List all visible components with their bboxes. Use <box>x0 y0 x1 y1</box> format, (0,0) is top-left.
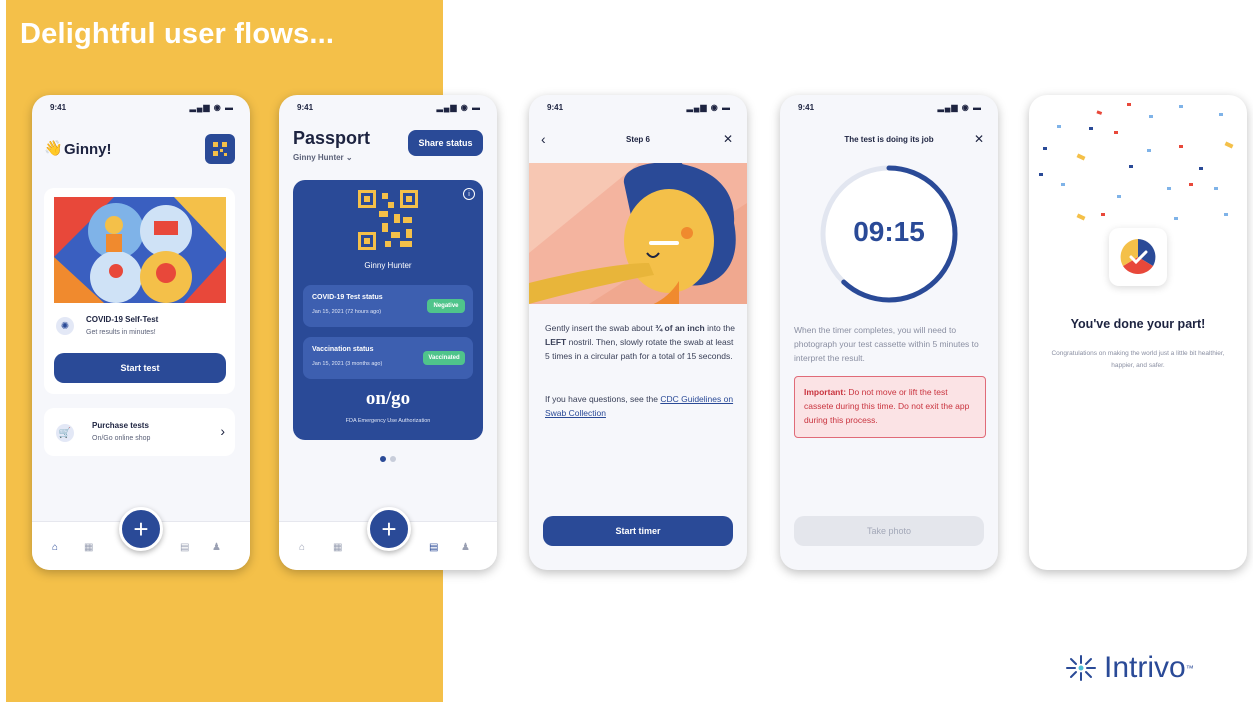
questions-text: If you have questions, see the CDC Guide… <box>545 392 735 420</box>
status-time: 9:41 <box>547 103 564 112</box>
important-text-wrap: Important: Do not move or lift the test … <box>804 385 978 427</box>
status-bar: 9:41 ▂▄▆ ◉ ▬ <box>798 103 982 115</box>
status-time: 9:41 <box>50 103 67 112</box>
qr-code <box>358 190 418 250</box>
cart-icon: 🛒 <box>56 424 74 442</box>
swab-illustration <box>529 163 747 304</box>
qr-name: Ginny Hunter <box>364 261 412 270</box>
status-icons: ▂▄▆ ◉ ▬ <box>937 103 982 112</box>
fda-text: FDA Emergency Use Authorization <box>345 418 431 424</box>
intrivo-mark-icon <box>1066 655 1096 681</box>
purchase-card[interactable]: 🛒 Purchase tests On/Go online shop › <box>44 408 235 456</box>
intrivo-wordmark: Intrivo <box>1104 651 1186 684</box>
timer-description: When the timer completes, you will need … <box>794 325 979 363</box>
covid-status-row[interactable]: COVID-19 Test status Jan 15, 2021 (72 ho… <box>303 285 473 327</box>
instr-bold-1: ¾ of an inch <box>655 323 705 333</box>
passport-card: i Ginny Hunter COVID-19 Test status Jan … <box>293 180 483 440</box>
negative-badge: Negative <box>427 299 465 313</box>
profile-icon[interactable]: ♟ <box>461 542 470 553</box>
instr-bold-2: LEFT <box>545 337 567 347</box>
phone-passport: 9:41 ▂▄▆ ◉ ▬ Passport Ginny Hunter ⌄ Sha… <box>279 95 497 570</box>
close-icon[interactable]: ✕ <box>974 132 984 146</box>
done-title: You've done your part! <box>1070 317 1206 331</box>
status-time: 9:41 <box>297 103 314 112</box>
instr-2: into the <box>707 323 735 333</box>
status-bar: 9:41 ▂▄▆ ◉ ▬ <box>547 103 731 115</box>
intrivo-logo: Intrivo ™ <box>1064 650 1194 686</box>
phone-done: You've done your part! Congratulations o… <box>1029 95 1247 570</box>
timer-value: 09:15 <box>853 216 925 247</box>
self-test-title: COVID-19 Self-Test <box>86 315 159 324</box>
info-icon[interactable]: i <box>463 188 475 200</box>
vaccination-status-row[interactable]: Vaccination status Jan 15, 2021 (3 month… <box>303 337 473 379</box>
add-button[interactable]: + <box>119 507 163 551</box>
status-icons: ▂▄▆ ◉ ▬ <box>686 103 731 112</box>
important-notice: Important: Do not move or lift the test … <box>794 376 986 438</box>
qr-button[interactable] <box>205 134 235 164</box>
chevron-down-icon: ⌄ <box>345 153 353 162</box>
start-test-button[interactable]: Start test <box>54 353 226 383</box>
trademark: ™ <box>1185 663 1194 673</box>
wave-icon: 👋 <box>44 140 63 157</box>
user-selector[interactable]: Ginny Hunter ⌄ <box>293 153 353 162</box>
page-title: Passport <box>293 128 371 148</box>
phone-step: 9:41 ▂▄▆ ◉ ▬ ‹ Step 6 ✕ Gently insert th… <box>529 95 747 570</box>
important-label: Important: <box>804 387 847 397</box>
add-button[interactable]: + <box>367 507 411 551</box>
questions-prefix: If you have questions, see the <box>545 394 658 404</box>
instr-3: nostril. Then, slowly rotate the swab at… <box>545 337 734 361</box>
purchase-title: Purchase tests <box>92 421 149 430</box>
self-test-card: ✺ COVID-19 Self-Test Get results in minu… <box>44 188 235 394</box>
timer-title: The test is doing its job <box>844 135 934 144</box>
instr-1: Gently insert the swab about <box>545 323 653 333</box>
vaccination-status-title: Vaccination status <box>312 346 374 353</box>
status-icons: ▂▄▆ ◉ ▬ <box>189 103 234 112</box>
phone-timer: 9:41 ▂▄▆ ◉ ▬ The test is doing its job ✕… <box>780 95 998 570</box>
vaccinated-badge: Vaccinated <box>423 351 465 365</box>
greeting: Ginny! <box>64 141 112 158</box>
ongo-logo: on/go <box>365 388 411 409</box>
purchase-subtitle: On/Go online shop <box>92 435 151 442</box>
virus-icon: ✺ <box>56 317 74 335</box>
qr-icon <box>213 142 227 156</box>
home-icon[interactable]: ⌂ <box>52 542 58 553</box>
checkmark-pie-icon <box>1120 239 1156 275</box>
page-dot-active[interactable] <box>380 456 386 462</box>
start-timer-button[interactable]: Start timer <box>543 516 733 546</box>
close-icon[interactable]: ✕ <box>723 132 733 146</box>
home-icon[interactable]: ⌂ <box>299 542 305 553</box>
passport-tab-icon[interactable]: ▤ <box>180 542 189 553</box>
covid-status-date: Jan 15, 2021 (72 hours ago) <box>312 309 382 315</box>
status-icons: ▂▄▆ ◉ ▬ <box>436 103 481 112</box>
covid-status-title: COVID-19 Test status <box>312 294 383 301</box>
done-badge <box>1109 228 1167 286</box>
qr-tab-icon[interactable]: ▦ <box>84 542 93 553</box>
status-bar: 9:41 ▂▄▆ ◉ ▬ <box>297 103 481 115</box>
passport-tab-icon[interactable]: ▤ <box>429 542 438 553</box>
qr-tab-icon[interactable]: ▦ <box>333 542 342 553</box>
slide-title: Delightful user flows... <box>20 18 335 50</box>
user-selector-label: Ginny Hunter <box>293 153 344 162</box>
take-photo-button[interactable]: Take photo <box>794 516 984 546</box>
profile-icon[interactable]: ♟ <box>212 542 221 553</box>
phone-home: 9:41 ▂▄▆ ◉ ▬ 👋 Ginny! ✺ COVID-19 Self-Te… <box>32 95 250 570</box>
confetti <box>1039 103 1234 221</box>
chevron-right-icon: › <box>220 423 225 439</box>
status-time: 9:41 <box>798 103 815 112</box>
status-bar: 9:41 ▂▄▆ ◉ ▬ <box>50 103 234 115</box>
self-test-subtitle: Get results in minutes! <box>86 329 156 336</box>
done-message: Congratulations on making the world just… <box>1051 350 1225 369</box>
share-status-button[interactable]: Share status <box>408 130 483 156</box>
instructions: Gently insert the swab about ¾ of an inc… <box>545 321 735 363</box>
page-dot-inactive[interactable] <box>390 456 396 462</box>
hero-illustration <box>54 197 226 303</box>
vaccination-status-date: Jan 15, 2021 (3 months ago) <box>312 361 383 367</box>
step-title: Step 6 <box>625 135 650 144</box>
